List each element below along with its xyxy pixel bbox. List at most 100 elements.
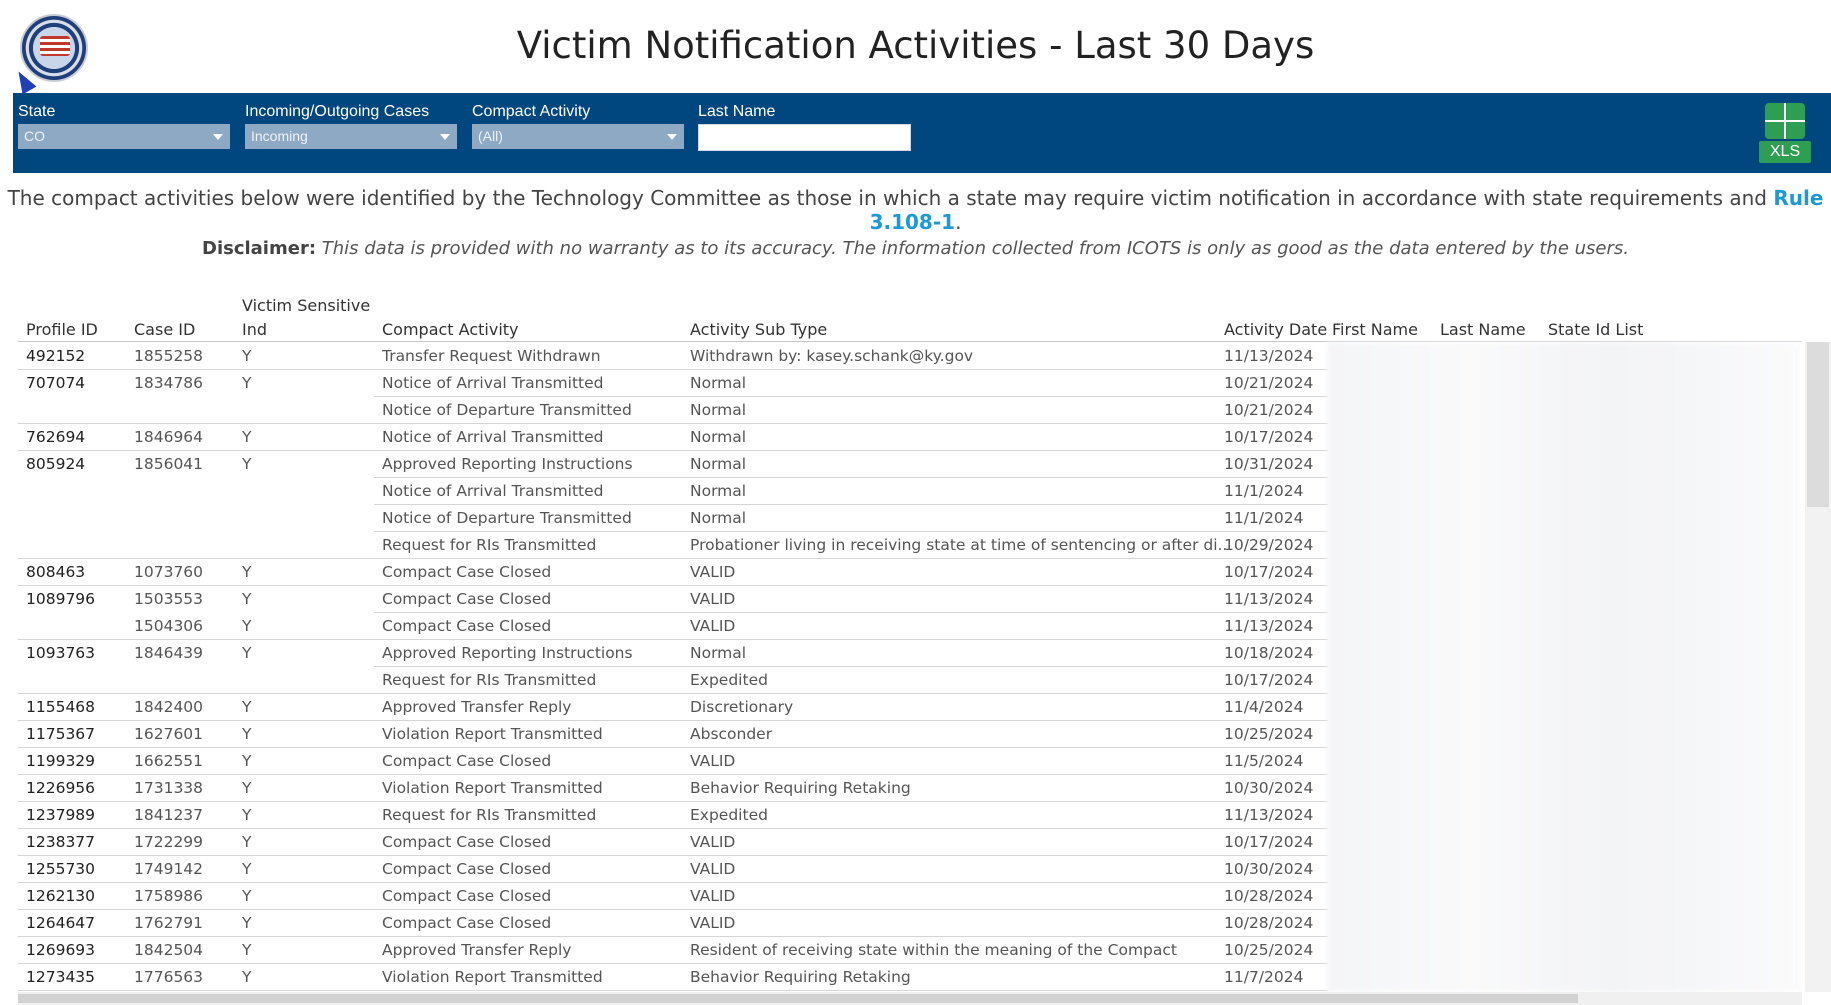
header-activity-date[interactable]: Activity Date xyxy=(1224,320,1327,339)
cell-activity-sub-type: Normal xyxy=(690,644,747,662)
cell-activity-date: 10/18/2024 xyxy=(1224,644,1314,662)
cell-activity-date: 11/5/2024 xyxy=(1224,752,1304,770)
state-filter: State CO xyxy=(18,103,230,149)
cell-activity-date: 10/30/2024 xyxy=(1224,779,1314,797)
cell-victim-sensitive: Y xyxy=(242,779,252,797)
cell-activity-date: 10/17/2024 xyxy=(1224,671,1314,689)
header-activity-sub-type[interactable]: Activity Sub Type xyxy=(690,320,827,339)
cell-compact-activity: Notice of Arrival Transmitted xyxy=(382,482,604,500)
direction-dropdown[interactable]: Incoming xyxy=(245,124,457,149)
cell-activity-date: 10/21/2024 xyxy=(1224,374,1314,392)
cell-case-id: 1762791 xyxy=(134,914,204,932)
last-name-input[interactable] xyxy=(698,124,911,151)
header-first-name[interactable]: First Name xyxy=(1332,320,1418,339)
cell-activity-sub-type: Withdrawn by: kasey.schank@ky.gov xyxy=(690,347,974,365)
disclaimer-text: This data is provided with no warranty a… xyxy=(316,238,1629,259)
redacted-names-area xyxy=(1327,342,1802,992)
cell-activity-date: 10/25/2024 xyxy=(1224,941,1314,959)
xls-export-label: XLS xyxy=(1759,141,1811,163)
cell-compact-activity: Notice of Arrival Transmitted xyxy=(382,374,604,392)
direction-dropdown-value: Incoming xyxy=(251,128,308,144)
cell-activity-date: 11/13/2024 xyxy=(1224,806,1314,824)
cell-profile-id: 1226956 xyxy=(26,779,96,797)
cell-profile-id: 1264647 xyxy=(26,914,96,932)
cell-activity-date: 11/1/2024 xyxy=(1224,509,1304,527)
cell-case-id: 1842400 xyxy=(134,698,204,716)
cell-compact-activity: Violation Report Transmitted xyxy=(382,968,603,986)
cell-victim-sensitive: Y xyxy=(242,347,252,365)
horizontal-scroll-thumb[interactable] xyxy=(18,994,1578,1003)
cell-profile-id: 805924 xyxy=(26,455,86,473)
cell-victim-sensitive: Y xyxy=(242,968,252,986)
cell-activity-sub-type: Normal xyxy=(690,482,747,500)
state-dropdown-value: CO xyxy=(24,128,45,144)
activity-filter-label: Compact Activity xyxy=(472,103,591,120)
header-compact-activity[interactable]: Compact Activity xyxy=(382,320,519,339)
cell-activity-sub-type: Behavior Requiring Retaking xyxy=(690,968,911,986)
vertical-scroll-thumb[interactable] xyxy=(1807,342,1829,507)
cell-profile-id: 1237989 xyxy=(26,806,96,824)
header-case-id[interactable]: Case ID xyxy=(134,320,195,339)
header-victim-ind[interactable]: Ind xyxy=(242,320,267,339)
horizontal-scrollbar[interactable] xyxy=(18,992,1802,1005)
cell-profile-id: 492152 xyxy=(26,347,86,365)
xls-export-button[interactable]: XLS xyxy=(1759,103,1811,163)
cell-activity-sub-type: Expedited xyxy=(690,671,768,689)
cell-activity-date: 11/1/2024 xyxy=(1224,482,1304,500)
info-text: The compact activities below were identi… xyxy=(0,186,1831,234)
chevron-down-icon xyxy=(440,134,450,140)
header-state-id-list[interactable]: State Id List xyxy=(1548,320,1643,339)
cell-compact-activity: Approved Reporting Instructions xyxy=(382,644,633,662)
cell-victim-sensitive: Y xyxy=(242,887,252,905)
cell-activity-sub-type: Absconder xyxy=(690,725,773,743)
cell-profile-id: 1255730 xyxy=(26,860,96,878)
cell-case-id: 1846964 xyxy=(134,428,204,446)
cell-activity-date: 11/13/2024 xyxy=(1224,590,1314,608)
cell-compact-activity: Request for RIs Transmitted xyxy=(382,671,597,689)
cell-case-id: 1504306 xyxy=(134,617,204,635)
cell-case-id: 1846439 xyxy=(134,644,204,662)
spreadsheet-icon xyxy=(1765,103,1805,139)
last-name-filter-label: Last Name xyxy=(698,103,776,120)
cell-compact-activity: Compact Case Closed xyxy=(382,914,552,932)
cell-activity-date: 10/28/2024 xyxy=(1224,914,1314,932)
cell-compact-activity: Compact Case Closed xyxy=(382,887,552,905)
cell-activity-sub-type: Normal xyxy=(690,455,747,473)
cell-victim-sensitive: Y xyxy=(242,617,252,635)
cell-case-id: 1662551 xyxy=(134,752,204,770)
cell-compact-activity: Compact Case Closed xyxy=(382,752,552,770)
cell-profile-id: 762694 xyxy=(26,428,86,446)
cell-profile-id: 1155468 xyxy=(26,698,96,716)
cell-case-id: 1627601 xyxy=(134,725,204,743)
last-name-filter: Last Name xyxy=(698,103,911,151)
activity-filter: Compact Activity (All) xyxy=(472,103,684,149)
activity-dropdown[interactable]: (All) xyxy=(472,124,684,149)
cell-case-id: 1842504 xyxy=(134,941,204,959)
info-text-end: . xyxy=(955,210,962,234)
cell-victim-sensitive: Y xyxy=(242,914,252,932)
cell-compact-activity: Approved Transfer Reply xyxy=(382,941,572,959)
header-last-name[interactable]: Last Name xyxy=(1440,320,1526,339)
header-victim-sensitive[interactable]: Victim Sensitive xyxy=(242,296,370,315)
info-text-body: The compact activities below were identi… xyxy=(7,186,1774,210)
cell-victim-sensitive: Y xyxy=(242,698,252,716)
cell-victim-sensitive: Y xyxy=(242,644,252,662)
cell-compact-activity: Approved Reporting Instructions xyxy=(382,455,633,473)
vertical-scrollbar[interactable] xyxy=(1805,342,1831,992)
cell-case-id: 1776563 xyxy=(134,968,204,986)
cell-case-id: 1855258 xyxy=(134,347,204,365)
cell-activity-sub-type: VALID xyxy=(690,752,736,770)
cell-activity-date: 10/29/2024 xyxy=(1224,536,1314,554)
cell-activity-sub-type: VALID xyxy=(690,617,736,635)
cell-profile-id: 808463 xyxy=(26,563,86,581)
cell-case-id: 1503553 xyxy=(134,590,204,608)
cell-activity-date: 10/17/2024 xyxy=(1224,833,1314,851)
cell-compact-activity: Notice of Arrival Transmitted xyxy=(382,428,604,446)
cell-activity-sub-type: Normal xyxy=(690,374,747,392)
cell-profile-id: 1269693 xyxy=(26,941,96,959)
cell-victim-sensitive: Y xyxy=(242,941,252,959)
cell-activity-date: 11/7/2024 xyxy=(1224,968,1304,986)
cell-profile-id: 1093763 xyxy=(26,644,96,662)
header-profile-id[interactable]: Profile ID xyxy=(26,320,98,339)
state-dropdown[interactable]: CO xyxy=(18,124,230,149)
